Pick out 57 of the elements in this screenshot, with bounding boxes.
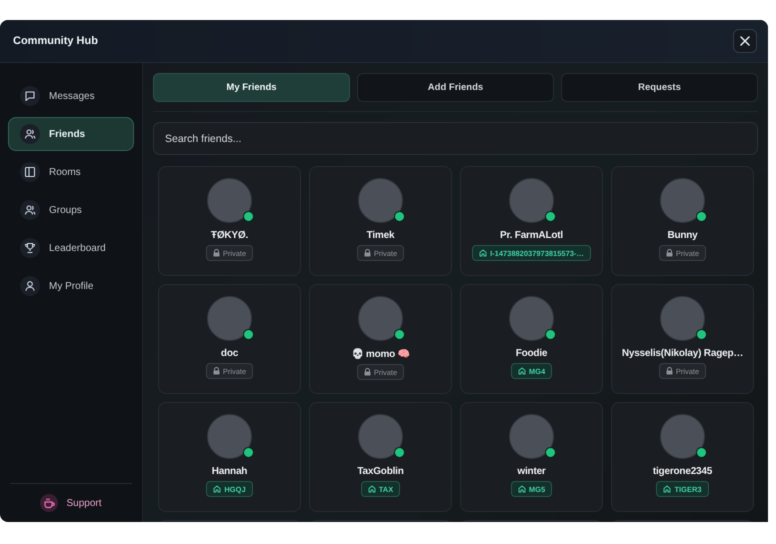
person-icon <box>24 280 36 292</box>
lock-icon <box>212 249 220 257</box>
avatar-placeholder <box>207 178 252 223</box>
friend-name: tigerone2345 <box>652 466 712 477</box>
avatar-placeholder <box>660 296 705 341</box>
tab[interactable]: My Friends <box>153 73 350 102</box>
friend-name: TaxGoblin <box>357 466 404 477</box>
sidebar-item[interactable]: Friends <box>8 117 134 151</box>
lock-icon <box>212 367 220 375</box>
friend-name: Bunny <box>667 230 698 241</box>
close-icon <box>740 36 750 46</box>
sidebar-item[interactable]: Groups <box>8 193 134 227</box>
lock-icon <box>666 249 673 257</box>
house-icon <box>368 485 376 493</box>
avatar-placeholder <box>358 414 403 459</box>
lock-icon <box>364 249 371 257</box>
house-icon <box>518 485 526 493</box>
friend-name: Nysselis(Nikolay) Ragep… <box>622 348 744 359</box>
people-icon <box>24 204 36 216</box>
coffee-cup-icon <box>43 497 56 509</box>
avatar-placeholder <box>358 296 403 341</box>
tab[interactable]: Requests <box>561 73 758 102</box>
friend-name: winter <box>517 466 546 477</box>
friend-name: Hannah <box>212 466 248 477</box>
lock-icon <box>666 367 673 375</box>
house-icon <box>518 367 526 375</box>
close-button[interactable] <box>733 29 757 53</box>
chat-bubble-icon <box>24 90 36 102</box>
lock-icon <box>364 368 371 376</box>
house-icon <box>479 249 488 257</box>
friend-name: Pr. FarmALotl <box>500 230 563 241</box>
avatar-placeholder <box>509 414 554 459</box>
avatar-placeholder <box>358 178 403 223</box>
avatar-placeholder <box>207 414 252 459</box>
sidebar-item[interactable]: My Profile <box>8 269 134 303</box>
friend-name: Foodie <box>516 348 548 359</box>
avatar-placeholder <box>207 296 252 341</box>
avatar-placeholder <box>660 178 705 223</box>
sidebar-item[interactable]: Messages <box>8 79 134 113</box>
house-icon <box>663 485 672 493</box>
avatar-placeholder <box>660 414 705 459</box>
trophy-icon <box>24 242 36 254</box>
house-icon <box>213 485 222 493</box>
sidebar-item[interactable]: Leaderboard <box>8 231 134 265</box>
sidebar-item[interactable]: Rooms <box>8 155 134 189</box>
panel-icon <box>24 166 36 178</box>
avatar-placeholder <box>509 296 554 341</box>
support-link[interactable]: Support <box>40 494 102 512</box>
friend-name: ŦØKYØ. <box>210 230 248 241</box>
people-icon <box>24 128 36 140</box>
friend-name: Timek <box>366 230 394 241</box>
window-title: Community Hub <box>13 35 98 47</box>
friend-name: doc <box>220 348 238 359</box>
friend-name: 💀 momo 🧠 <box>352 348 410 360</box>
avatar-placeholder <box>509 178 554 223</box>
search-field[interactable]: Search friends... <box>153 122 758 155</box>
tab[interactable]: Add Friends <box>357 73 554 102</box>
